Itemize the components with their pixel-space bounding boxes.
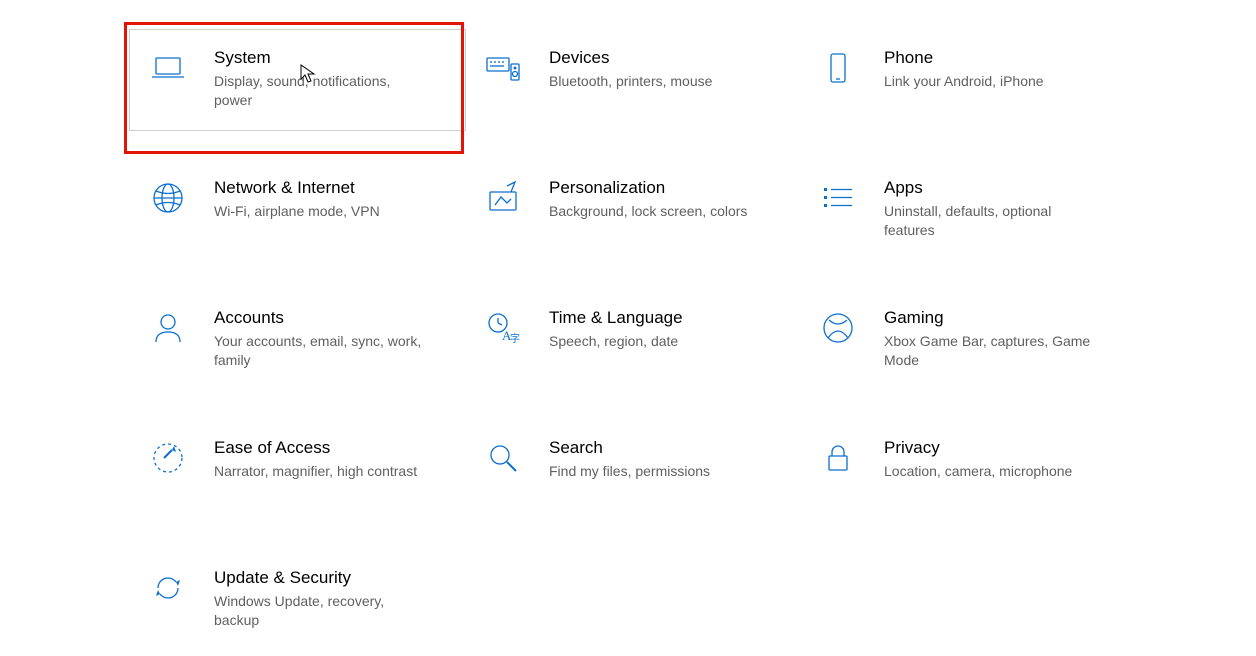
tile-desc: Display, sound, notifications, power (214, 72, 424, 110)
tile-network[interactable]: Network & Internet Wi-Fi, airplane mode,… (130, 160, 465, 260)
tile-desc: Background, lock screen, colors (549, 202, 759, 221)
tile-desc: Uninstall, defaults, optional features (884, 202, 1094, 240)
tile-title: Privacy (884, 438, 1094, 458)
tile-title: Devices (549, 48, 759, 68)
tile-system[interactable]: System Display, sound, notifications, po… (130, 30, 465, 130)
tile-devices[interactable]: Devices Bluetooth, printers, mouse (465, 30, 800, 130)
tile-title: Time & Language (549, 308, 759, 328)
lock-icon (818, 438, 858, 478)
tile-desc: Find my files, permissions (549, 462, 759, 481)
tile-title: System (214, 48, 424, 68)
tile-time-language[interactable]: A 字 Time & Language Speech, region, date (465, 290, 800, 390)
tile-title: Network & Internet (214, 178, 424, 198)
phone-icon (818, 48, 858, 88)
tile-desc: Bluetooth, printers, mouse (549, 72, 759, 91)
tile-title: Gaming (884, 308, 1094, 328)
tile-accounts[interactable]: Accounts Your accounts, email, sync, wor… (130, 290, 465, 390)
laptop-icon (148, 48, 188, 88)
tile-phone[interactable]: Phone Link your Android, iPhone (800, 30, 1135, 130)
xbox-icon (818, 308, 858, 348)
person-icon (148, 308, 188, 348)
globe-icon (148, 178, 188, 218)
ease-of-access-icon (148, 438, 188, 478)
tile-desc: Speech, region, date (549, 332, 759, 351)
tile-personalization[interactable]: Personalization Background, lock screen,… (465, 160, 800, 260)
tile-title: Search (549, 438, 759, 458)
tile-desc: Narrator, magnifier, high contrast (214, 462, 424, 481)
paint-icon (483, 178, 523, 218)
tile-title: Ease of Access (214, 438, 424, 458)
tile-title: Personalization (549, 178, 759, 198)
tile-search[interactable]: Search Find my files, permissions (465, 420, 800, 520)
keyboard-speaker-icon (483, 48, 523, 88)
apps-list-icon (818, 178, 858, 218)
tile-desc: Windows Update, recovery, backup (214, 592, 424, 630)
tile-desc: Link your Android, iPhone (884, 72, 1094, 91)
tile-title: Phone (884, 48, 1094, 68)
search-icon (483, 438, 523, 478)
tile-desc: Your accounts, email, sync, work, family (214, 332, 424, 370)
tile-title: Update & Security (214, 568, 424, 588)
tile-update-security[interactable]: Update & Security Windows Update, recove… (130, 550, 465, 650)
sync-icon (148, 568, 188, 608)
tile-ease-of-access[interactable]: Ease of Access Narrator, magnifier, high… (130, 420, 465, 520)
clock-language-icon: A 字 (483, 308, 523, 348)
svg-text:字: 字 (510, 332, 520, 345)
tile-title: Apps (884, 178, 1094, 198)
tile-gaming[interactable]: Gaming Xbox Game Bar, captures, Game Mod… (800, 290, 1135, 390)
tile-title: Accounts (214, 308, 424, 328)
tile-desc: Location, camera, microphone (884, 462, 1094, 481)
tile-desc: Xbox Game Bar, captures, Game Mode (884, 332, 1094, 370)
tile-apps[interactable]: Apps Uninstall, defaults, optional featu… (800, 160, 1135, 260)
tile-desc: Wi-Fi, airplane mode, VPN (214, 202, 424, 221)
settings-categories-grid: System Display, sound, notifications, po… (130, 30, 1180, 650)
tile-privacy[interactable]: Privacy Location, camera, microphone (800, 420, 1135, 520)
